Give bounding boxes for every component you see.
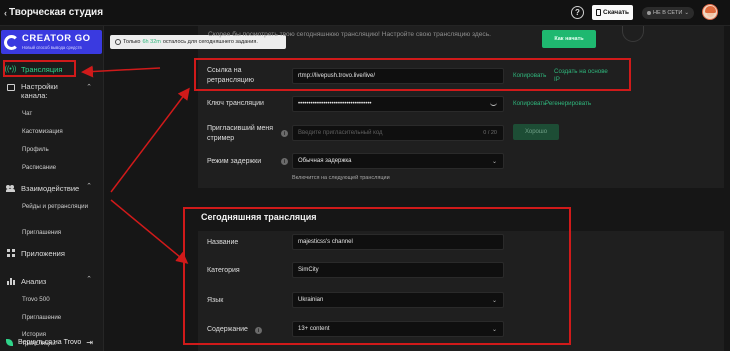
status-dot-icon [647,11,652,15]
info-icon[interactable]: i [281,130,288,137]
phone-icon [596,9,602,16]
info-icon[interactable]: i [281,158,288,165]
clock-icon [115,39,121,45]
chevron-up-icon[interactable]: ⌃ [86,83,92,91]
settings-box-icon [6,83,15,92]
delay-note: Включится на следующей трансляции [292,175,390,181]
online-status-dropdown[interactable]: НЕ В СЕТИ ⌄ [642,7,694,19]
help-icon[interactable]: ? [571,6,584,19]
sidebar-subitem-schedule[interactable]: Расписание [22,164,56,171]
inviter-label: Пригласивший меня стример [207,125,274,142]
analytics-icon [6,277,15,286]
back-to-trovo-label: Вернуться на Trovo [18,338,82,346]
sidebar-subitem-chat[interactable]: Чат [22,110,32,117]
regenerate-key-link[interactable]: Регенерировать [545,100,591,107]
chevron-up-icon[interactable]: ⌃ [86,182,92,190]
chevron-down-icon: ⌄ [684,10,689,16]
creator-go-title: CREATOR GO [22,33,91,44]
top-bar: ‹ Творческая студия ? Скачать НЕ В СЕТИ … [0,0,730,26]
exit-icon: ⇥ [86,337,93,347]
sidebar-subitem-trovo500[interactable]: Trovo 500 [22,296,50,303]
back-to-trovo-link[interactable]: Вернуться на Trovo ⇥ [0,333,104,351]
banner-suffix: осталось для сегодняшнего задания. [162,39,258,45]
inviter-code-input[interactable]: Введите пригласительный код 0 / 20 [292,125,504,141]
stream-key-value: ••••••••••••••••••••••••••••••••••• [298,101,372,107]
studio-title: Творческая студия [9,7,104,18]
stream-hint-text: Скорее бы посмотреть твою сегодняшнюю тр… [208,31,491,38]
studio-brand[interactable]: ‹ Творческая студия [4,7,103,18]
annotation-box-sidebar [3,60,76,77]
download-label: Скачать [603,9,629,16]
delay-mode-value: Обычная задержка [298,158,352,164]
chevron-down-icon: ⌄ [491,158,497,165]
how-to-start-button[interactable]: Как начать [542,30,596,48]
char-counter: 0 / 20 [483,130,497,136]
banner-time: 6h 32m [142,39,161,45]
sidebar-item-analytics[interactable]: Анализ ⌃ [0,275,104,287]
avatar[interactable] [702,4,718,20]
annotation-box-today [183,207,571,345]
creator-go-logo-icon [4,35,19,50]
inviter-placeholder: Введите пригласительный код [298,130,383,136]
status-label: НЕ В СЕТИ [653,10,683,16]
delay-mode-select[interactable]: Обычная задержка ⌄ [292,153,504,169]
apply-invite-button[interactable]: Хорошо [513,124,559,140]
sidebar-subitem-invite[interactable]: Приглашение [22,314,61,321]
stream-key-label: Ключ трансляции [207,100,264,107]
creator-studio-screen: ‹ Творческая студия ? Скачать НЕ В СЕТИ … [0,0,730,351]
eye-icon[interactable] [490,102,497,106]
stream-key-field[interactable]: ••••••••••••••••••••••••••••••••••• [292,96,504,112]
annotation-box-url [194,58,631,91]
sidebar-item-label: Анализ [21,276,47,286]
sidebar-subitem-invitations[interactable]: Приглашения [22,229,61,236]
sidebar-item-label: Взаимодействие [21,183,80,193]
banner-prefix: Только [123,39,141,45]
sidebar-item-channel-settings[interactable]: Настройки канала: ⌃ [0,82,104,102]
creator-go-subtitle: Новый способ вывода средств [22,45,82,50]
creator-go-banner[interactable]: CREATOR GO Новый способ вывода средств [1,30,102,54]
sidebar-subitem-customization[interactable]: Кастомизация [22,128,63,135]
sidebar-item-label: Настройки канала: [21,82,58,100]
download-button[interactable]: Скачать [592,5,633,20]
back-chevron-icon[interactable]: ‹ [4,8,7,18]
sidebar-subitem-profile[interactable]: Профиль [22,146,49,153]
delay-mode-label: Режим задержки [207,158,262,165]
copy-key-link[interactable]: Копировать [513,100,546,107]
people-icon [6,184,15,193]
sidebar-subitem-raids[interactable]: Рейды и ретрансляции [22,202,92,211]
trovo-leaf-icon [6,338,13,346]
sidebar-item-interaction[interactable]: Взаимодействие ⌃ [0,182,104,194]
chevron-up-icon[interactable]: ⌃ [86,275,92,283]
